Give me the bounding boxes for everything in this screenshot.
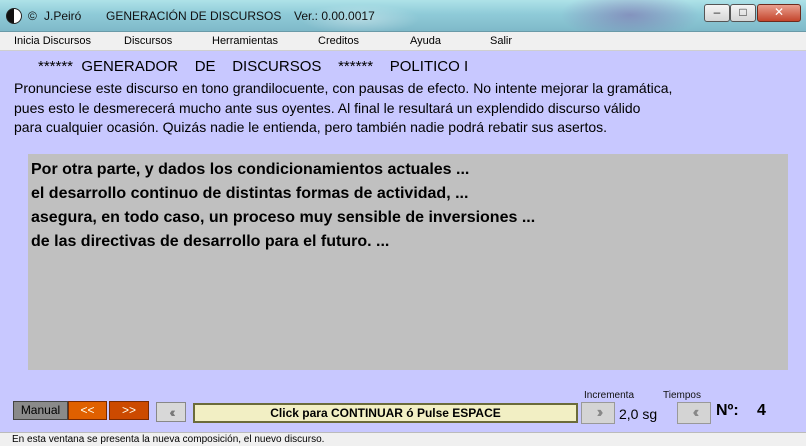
continue-button[interactable]: Click para CONTINUAR ó Pulse ESPACE	[193, 403, 578, 423]
menu-herramientas[interactable]: Herramientas	[212, 35, 278, 47]
incrementa-label: Incrementa	[584, 390, 635, 401]
previous-button[interactable]: <<	[68, 401, 107, 420]
version-label: Ver.: 0.00.0017	[294, 9, 375, 23]
author-name: J.Peiró	[44, 9, 82, 23]
intro-line: pues esto le desmerecerá mucho ante sus …	[14, 99, 641, 116]
speech-panel: Por otra parte, y dados los condicionami…	[28, 154, 788, 370]
titlebar-decoration	[560, 0, 700, 31]
manual-button[interactable]: Manual	[13, 401, 68, 420]
number-label: Nº:	[716, 402, 739, 419]
window-title: GENERACIÓN DE DISCURSOS	[106, 9, 282, 23]
page-heading: ****** GENERADOR DE DISCURSOS ****** POL…	[38, 58, 469, 75]
speech-line: Por otra parte, y dados los condicionami…	[31, 161, 470, 178]
menu-creditos[interactable]: Creditos	[318, 35, 359, 47]
menu-discursos[interactable]: Discursos	[124, 35, 172, 47]
tiempos-button[interactable]: ‹‹	[677, 402, 711, 424]
close-button[interactable]: ✕	[757, 4, 801, 22]
next-button[interactable]: >>	[109, 401, 149, 420]
menu-ayuda[interactable]: Ayuda	[410, 35, 441, 47]
tiempos-label: Tiempos	[663, 390, 701, 401]
yin-yang-icon[interactable]	[6, 8, 22, 24]
intro-line: para cualquier ocasión. Quizás nadie le …	[14, 119, 608, 135]
intro-text: Pronunciese este discurso en tono grandi…	[14, 79, 794, 138]
speech-line: el desarrollo continuo de distintas form…	[31, 185, 469, 202]
maximize-button[interactable]: □	[730, 4, 756, 22]
title-bar[interactable]: © J.Peiró GENERACIÓN DE DISCURSOS Ver.: …	[0, 0, 806, 32]
menu-inicia-discursos[interactable]: Inicia Discursos	[14, 35, 91, 47]
speech-line: asegura, en todo caso, un proceso muy se…	[31, 209, 536, 226]
increment-button[interactable]: ››	[581, 402, 615, 424]
speech-line: de las directivas de desarrollo para el …	[31, 233, 390, 250]
minimize-button[interactable]: –	[704, 4, 730, 22]
status-bar: En esta ventana se presenta la nueva com…	[0, 432, 806, 446]
copyright-symbol: ©	[28, 9, 37, 23]
intro-line: Pronunciese este discurso en tono grandi…	[14, 80, 673, 96]
increment-value: 2,0 sg	[619, 406, 658, 422]
menu-salir[interactable]: Salir	[490, 35, 512, 47]
rewind-button[interactable]: ‹‹	[156, 402, 186, 422]
number-value: 4	[757, 402, 766, 419]
menu-bar: Inicia Discursos Discursos Herramientas …	[0, 32, 806, 51]
